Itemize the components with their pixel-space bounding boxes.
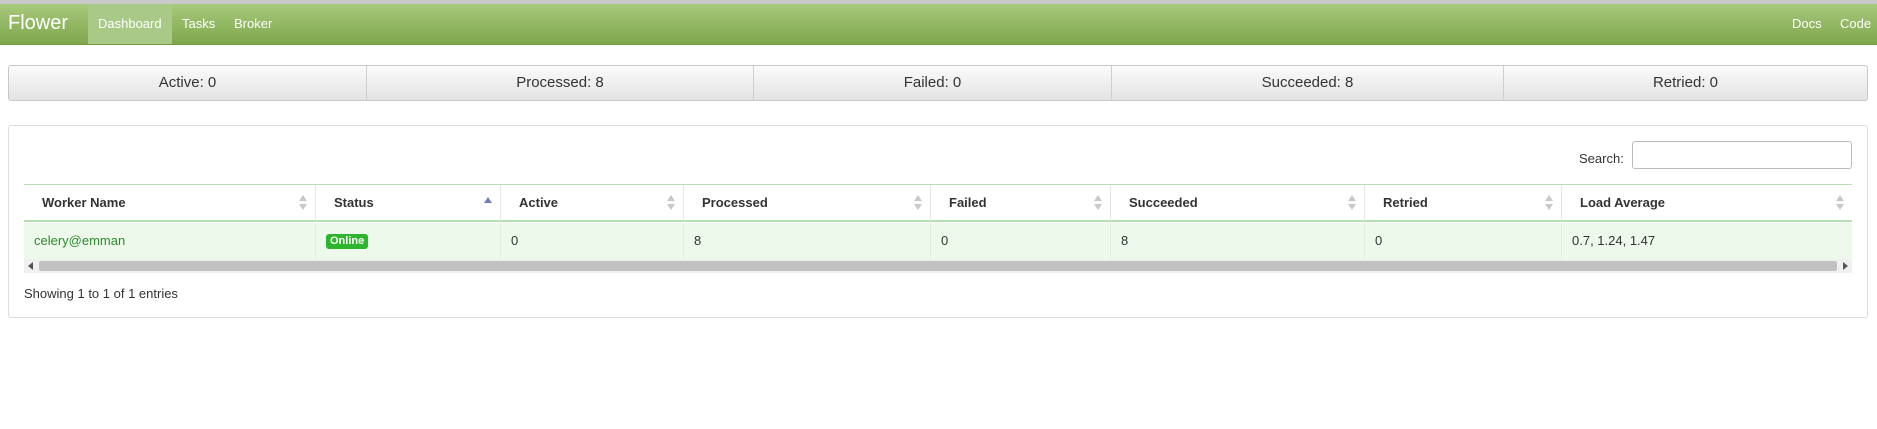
nav-docs[interactable]: Docs bbox=[1782, 4, 1832, 44]
worker-link[interactable]: celery@emman bbox=[34, 233, 125, 248]
nav-broker[interactable]: Broker bbox=[224, 4, 282, 44]
sort-icon bbox=[1094, 195, 1104, 211]
brand-logo[interactable]: Flower bbox=[8, 12, 68, 35]
column-label: Status bbox=[334, 195, 374, 210]
search-label: Search: bbox=[1579, 151, 1624, 166]
stat-retried[interactable]: Retried: 0 bbox=[1504, 66, 1867, 100]
sort-icon bbox=[1545, 195, 1555, 211]
search-input[interactable] bbox=[1632, 141, 1852, 169]
scroll-right-icon[interactable] bbox=[1843, 262, 1848, 270]
scroll-thumb[interactable] bbox=[39, 261, 1837, 271]
column-worker-name[interactable]: Worker Name bbox=[24, 185, 315, 221]
column-load-average[interactable]: Load Average bbox=[1561, 185, 1852, 221]
cell-active: 0 bbox=[500, 223, 683, 259]
cell-worker-name: celery@emman bbox=[24, 223, 315, 259]
table-header: Worker Name Status Active Processed Fail… bbox=[24, 184, 1852, 222]
cell-succeeded: 8 bbox=[1110, 223, 1364, 259]
horizontal-scrollbar[interactable] bbox=[24, 259, 1852, 273]
scroll-left-icon[interactable] bbox=[28, 262, 33, 270]
column-label: Worker Name bbox=[42, 195, 126, 210]
column-label: Retried bbox=[1383, 195, 1428, 210]
nav-tasks[interactable]: Tasks bbox=[172, 4, 225, 44]
stat-active[interactable]: Active: 0 bbox=[9, 66, 367, 100]
sort-icon bbox=[667, 195, 677, 211]
navbar: Flower Dashboard Tasks Broker Docs Code bbox=[0, 4, 1877, 45]
table-row: celery@emman Online 0 8 0 8 0 0.7, 1.24,… bbox=[24, 223, 1852, 259]
nav-dashboard[interactable]: Dashboard bbox=[88, 4, 172, 44]
cell-processed: 8 bbox=[683, 223, 930, 259]
nav-code[interactable]: Code bbox=[1830, 4, 1877, 44]
column-failed[interactable]: Failed bbox=[930, 185, 1110, 221]
column-retried[interactable]: Retried bbox=[1364, 185, 1561, 221]
column-label: Succeeded bbox=[1129, 195, 1198, 210]
stat-succeeded[interactable]: Succeeded: 8 bbox=[1112, 66, 1504, 100]
sort-icon bbox=[299, 195, 309, 211]
cell-failed: 0 bbox=[930, 223, 1110, 259]
column-label: Active bbox=[519, 195, 559, 210]
cell-load-average: 0.7, 1.24, 1.47 bbox=[1561, 223, 1852, 259]
table-info: Showing 1 to 1 of 1 entries bbox=[24, 286, 178, 301]
column-processed[interactable]: Processed bbox=[683, 185, 930, 221]
cell-retried: 0 bbox=[1364, 223, 1561, 259]
sort-icon bbox=[1836, 195, 1846, 211]
stat-failed[interactable]: Failed: 0 bbox=[754, 66, 1112, 100]
column-status[interactable]: Status bbox=[315, 185, 500, 221]
column-label: Processed bbox=[702, 195, 768, 210]
status-badge: Online bbox=[326, 234, 369, 250]
stat-processed[interactable]: Processed: 8 bbox=[367, 66, 754, 100]
column-label: Failed bbox=[949, 195, 987, 210]
sort-icon bbox=[1348, 195, 1358, 211]
sort-icon bbox=[914, 195, 924, 211]
stats-bar: Active: 0 Processed: 8 Failed: 0 Succeed… bbox=[8, 65, 1868, 101]
column-active[interactable]: Active bbox=[500, 185, 683, 221]
column-succeeded[interactable]: Succeeded bbox=[1110, 185, 1364, 221]
column-label: Load Average bbox=[1580, 195, 1666, 210]
cell-status: Online bbox=[315, 223, 500, 259]
sort-ascending-icon bbox=[484, 195, 494, 211]
